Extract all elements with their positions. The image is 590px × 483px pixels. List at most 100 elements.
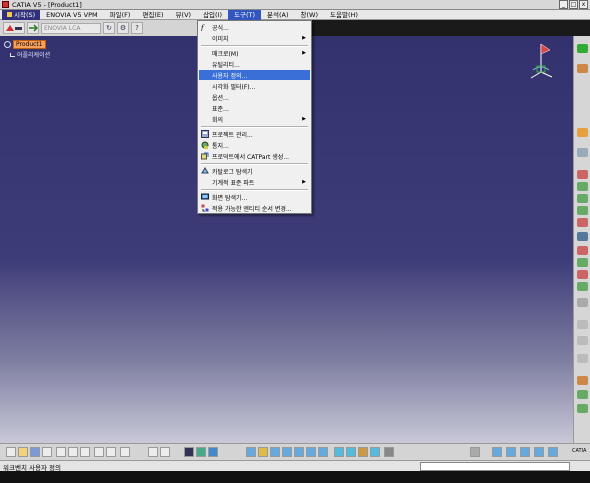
enovia-logo-icon[interactable]: [3, 22, 25, 34]
minimize-button[interactable]: _: [559, 0, 568, 9]
cut-icon[interactable]: [56, 447, 66, 457]
tool-icon[interactable]: [196, 447, 206, 457]
toolbar-icon[interactable]: [577, 194, 588, 203]
toolbar-icon[interactable]: [577, 44, 588, 53]
tool-icon[interactable]: [506, 447, 516, 457]
paste-icon[interactable]: [80, 447, 90, 457]
menu-item-visual-filter[interactable]: 시각화 필터(F)...: [199, 81, 310, 91]
close-button[interactable]: x: [579, 0, 588, 9]
tool-icon[interactable]: [520, 447, 530, 457]
menu-item-formula[interactable]: f 공식...: [199, 22, 310, 32]
toolbar-icon[interactable]: [577, 390, 588, 399]
refresh-icon[interactable]: ↻: [103, 22, 115, 34]
menu-item-screen-browser[interactable]: 화면 탐색기...: [199, 192, 310, 202]
toolbar-icon[interactable]: [577, 128, 588, 137]
rotate-icon[interactable]: [282, 447, 292, 457]
print-icon[interactable]: [42, 447, 52, 457]
zoom-out-icon[interactable]: [306, 447, 316, 457]
toolbar-icon[interactable]: [577, 246, 588, 255]
toolbar-icon[interactable]: [577, 320, 588, 329]
undo-icon[interactable]: [94, 447, 104, 457]
tool-icon[interactable]: [470, 447, 480, 457]
menu-item-options[interactable]: 옵션...: [199, 92, 310, 102]
menu-item-standard-parts[interactable]: 기계적 표준 파트 ▶: [199, 177, 310, 187]
menu-tools[interactable]: 도구(T): [228, 9, 262, 20]
tree-child-node[interactable]: 어플리케이션: [10, 50, 50, 59]
toolbar-icon[interactable]: [577, 258, 588, 267]
menu-item-notify[interactable]: 통지...: [199, 140, 310, 150]
menu-item-utility[interactable]: 유틸리티...: [199, 59, 310, 69]
toolbar-icon[interactable]: [577, 206, 588, 215]
toolbar-icon[interactable]: [577, 148, 588, 157]
render-icon[interactable]: [184, 447, 194, 457]
menu-item-image[interactable]: 이미지 ▶: [199, 33, 310, 43]
fit-all-icon[interactable]: [258, 447, 268, 457]
toolbar-icon[interactable]: [577, 354, 588, 363]
new-file-icon[interactable]: [6, 447, 16, 457]
whats-this-icon[interactable]: [120, 447, 130, 457]
menu-item-macro[interactable]: 매크로(M) ▶: [199, 48, 310, 58]
submenu-arrow-icon: ▶: [302, 35, 306, 41]
redo-icon[interactable]: [106, 447, 116, 457]
open-file-icon[interactable]: [18, 447, 28, 457]
settings-icon[interactable]: ⚙: [117, 22, 129, 34]
tool-icon[interactable]: [384, 447, 394, 457]
swap-space-icon[interactable]: [370, 447, 380, 457]
fly-mode-icon[interactable]: [246, 447, 256, 457]
enovia-connect-icon[interactable]: [27, 22, 39, 34]
toolbar-icon[interactable]: [577, 170, 588, 179]
menu-item-standards[interactable]: 표준...: [199, 103, 310, 113]
menu-edit[interactable]: 편집(E): [136, 10, 169, 20]
pan-icon[interactable]: [270, 447, 280, 457]
compass-icon[interactable]: [528, 42, 554, 82]
menu-analysis[interactable]: 분석(A): [261, 10, 294, 20]
menu-view[interactable]: 뷰(V): [170, 10, 198, 20]
toolbar-icon[interactable]: [577, 182, 588, 191]
menu-file[interactable]: 파일(F): [104, 10, 137, 20]
menu-help[interactable]: 도움말(H): [324, 10, 364, 20]
menu-start[interactable]: 시작(S): [2, 9, 41, 20]
menu-item-customize[interactable]: 사용자 정의...: [199, 70, 310, 80]
hide-show-icon[interactable]: [358, 447, 368, 457]
project-icon: [201, 130, 209, 138]
catia-app-icon[interactable]: [2, 1, 9, 8]
toolbar-icon[interactable]: [577, 336, 588, 345]
tool-icon[interactable]: [492, 447, 502, 457]
menu-enovia[interactable]: ENOVIA V5 VPM: [40, 10, 103, 20]
tool-icon[interactable]: [534, 447, 544, 457]
menu-insert[interactable]: 삽입(I): [197, 10, 228, 20]
menu-item-project-management[interactable]: 프로젝트 관리...: [199, 129, 310, 139]
save-icon[interactable]: [30, 447, 40, 457]
toolbar-icon[interactable]: [577, 64, 588, 73]
copy-icon[interactable]: [68, 447, 78, 457]
menu-separator: [201, 163, 308, 165]
tree-root-label[interactable]: Product1: [13, 40, 46, 49]
shading-icon[interactable]: [346, 447, 356, 457]
maximize-button[interactable]: □: [569, 0, 578, 9]
menu-item-conference[interactable]: 회의 ▶: [199, 114, 310, 124]
tool-icon[interactable]: [548, 447, 558, 457]
menu-item-catalog-browser[interactable]: 카탈로그 탐색기: [199, 166, 310, 176]
tool-icon[interactable]: [208, 447, 218, 457]
formula-icon[interactable]: [148, 447, 158, 457]
iso-view-icon[interactable]: [334, 447, 344, 457]
tree-child-label[interactable]: 어플리케이션: [17, 50, 50, 59]
command-input[interactable]: [420, 462, 570, 471]
toolbar-icon[interactable]: [577, 282, 588, 291]
enovia-lca-field[interactable]: ENOVIA LCA: [41, 22, 101, 34]
toolbar-icon[interactable]: [577, 218, 588, 227]
menu-window[interactable]: 창(W): [295, 10, 324, 20]
toolbar-icon[interactable]: [577, 404, 588, 413]
tree-root-node[interactable]: Product1: [4, 40, 50, 49]
menu-item-reorder-entities[interactable]: 적용 가능한 엔티티 순서 변경...: [199, 203, 310, 213]
help-icon[interactable]: ?: [131, 22, 143, 34]
toolbar-icon[interactable]: [577, 376, 588, 385]
menu-item-generate-catpart[interactable]: 프로덕트에서 CATPart 생성...: [199, 151, 310, 161]
sketcher-icon[interactable]: [160, 447, 170, 457]
status-bar: 워크벤치 사용자 정의: [0, 460, 590, 472]
toolbar-icon[interactable]: [577, 298, 588, 307]
normal-view-icon[interactable]: [318, 447, 328, 457]
toolbar-icon[interactable]: [577, 270, 588, 279]
toolbar-icon[interactable]: [577, 232, 588, 241]
zoom-in-icon[interactable]: [294, 447, 304, 457]
